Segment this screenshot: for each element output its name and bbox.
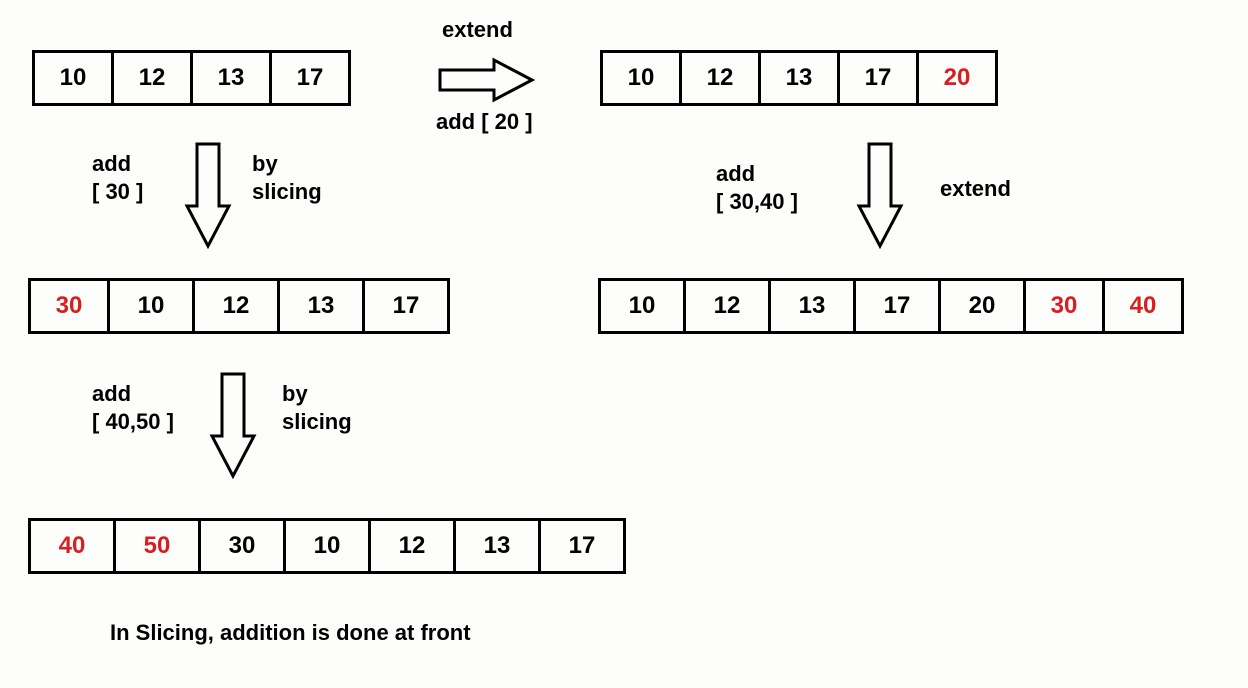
array-initial: 10 12 13 17 bbox=[32, 50, 351, 106]
cell: 17 bbox=[362, 278, 450, 334]
cell: 13 bbox=[453, 518, 541, 574]
label-add-20: add [ 20 ] bbox=[436, 108, 533, 136]
cell: 17 bbox=[837, 50, 919, 106]
array-slice-30: 30 10 12 13 17 bbox=[28, 278, 450, 334]
caption: In Slicing, addition is done at front bbox=[110, 620, 471, 646]
label-add-4050: add [ 40,50 ] bbox=[92, 380, 174, 435]
label-add-30: add [ 30 ] bbox=[92, 150, 143, 205]
cell: 17 bbox=[269, 50, 351, 106]
cell: 12 bbox=[192, 278, 280, 334]
cell: 17 bbox=[853, 278, 941, 334]
cell-new: 20 bbox=[916, 50, 998, 106]
cell: 13 bbox=[190, 50, 272, 106]
cell: 12 bbox=[683, 278, 771, 334]
cell: 20 bbox=[938, 278, 1026, 334]
cell: 10 bbox=[600, 50, 682, 106]
cell: 17 bbox=[538, 518, 626, 574]
cell: 10 bbox=[32, 50, 114, 106]
cell: 12 bbox=[679, 50, 761, 106]
array-extend-20: 10 12 13 17 20 bbox=[600, 50, 998, 106]
cell: 13 bbox=[758, 50, 840, 106]
label-by-slicing: by slicing bbox=[282, 380, 352, 435]
cell: 10 bbox=[107, 278, 195, 334]
arrow-down-icon bbox=[183, 140, 233, 250]
cell-new: 40 bbox=[28, 518, 116, 574]
cell-new: 50 bbox=[113, 518, 201, 574]
label-add-3040: add [ 30,40 ] bbox=[716, 160, 798, 215]
label-by-slicing: by slicing bbox=[252, 150, 322, 205]
cell: 13 bbox=[768, 278, 856, 334]
arrow-down-icon bbox=[208, 370, 258, 480]
cell: 12 bbox=[368, 518, 456, 574]
label-extend: extend bbox=[940, 175, 1011, 203]
cell-new: 40 bbox=[1102, 278, 1184, 334]
array-extend-3040: 10 12 13 17 20 30 40 bbox=[598, 278, 1184, 334]
cell: 13 bbox=[277, 278, 365, 334]
cell: 10 bbox=[598, 278, 686, 334]
arrow-down-icon bbox=[855, 140, 905, 250]
cell-new: 30 bbox=[1023, 278, 1105, 334]
array-slice-4050: 40 50 30 10 12 13 17 bbox=[28, 518, 626, 574]
cell: 10 bbox=[283, 518, 371, 574]
cell: 12 bbox=[111, 50, 193, 106]
cell-new: 30 bbox=[28, 278, 110, 334]
label-extend: extend bbox=[442, 16, 513, 44]
arrow-right-icon bbox=[436, 56, 536, 104]
diagram-root: { "arrays": { "topLeft": [ {"v":"10","re… bbox=[0, 0, 1248, 688]
cell: 30 bbox=[198, 518, 286, 574]
